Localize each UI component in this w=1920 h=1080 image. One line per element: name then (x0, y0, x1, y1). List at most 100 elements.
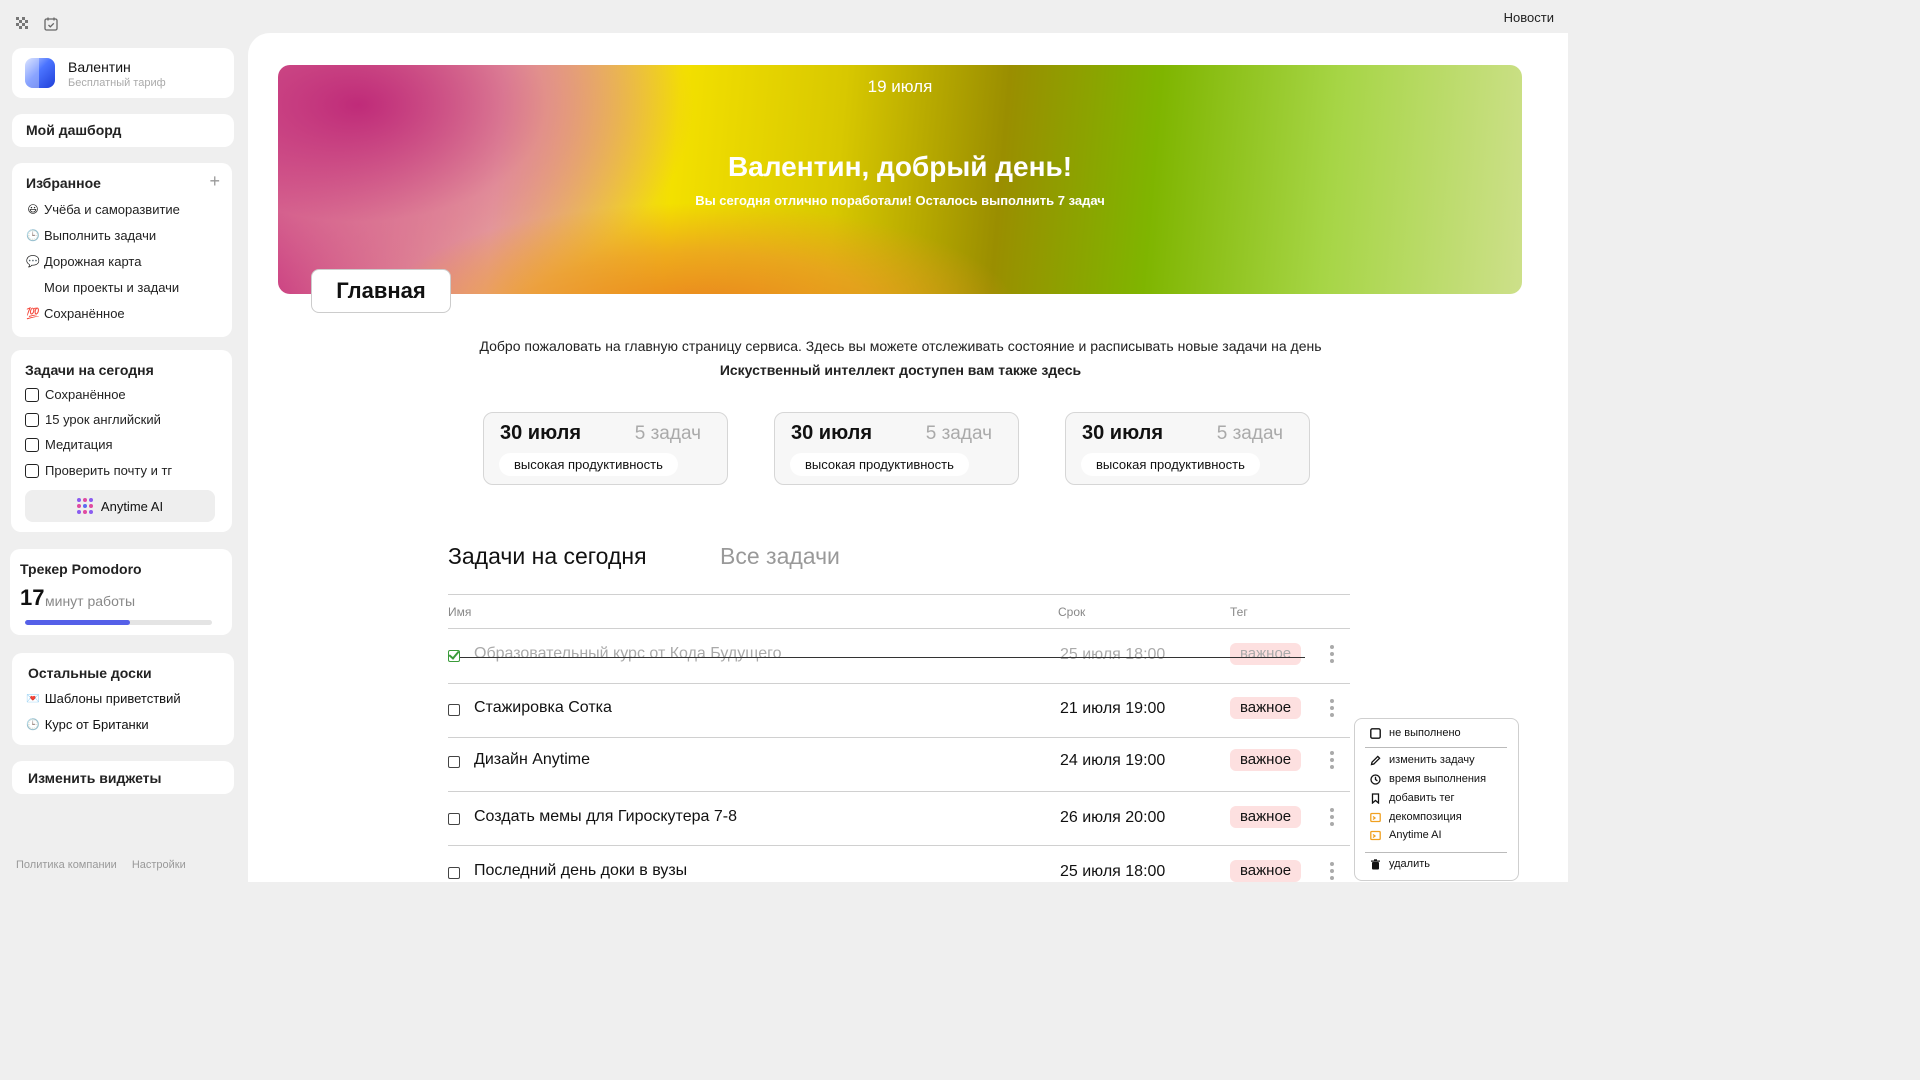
more-options-icon[interactable] (1330, 699, 1334, 717)
task-name: Образовательный курс от Кода Будущего (474, 645, 782, 662)
news-link[interactable]: Новости (1504, 10, 1554, 25)
task-checkbox-checked[interactable] (448, 650, 460, 662)
more-options-icon[interactable] (1330, 808, 1334, 826)
task-checkbox[interactable] (448, 756, 460, 768)
more-options-icon[interactable] (1330, 862, 1334, 880)
today-tasks-card: Задачи на сегодня Сохранённое 15 урок ан… (11, 350, 232, 532)
favorite-label: Дорожная карта (44, 254, 142, 269)
bookmark-icon (1369, 792, 1381, 804)
today-task-label: Медитация (45, 437, 113, 452)
task-name: Создать мемы для Гироскутера 7-8 (474, 808, 737, 825)
menu-label: не выполнено (1389, 727, 1461, 739)
footer-links: Политика компании Настройки (16, 859, 186, 871)
stat-date: 30 июля (500, 422, 582, 444)
task-checkbox[interactable] (25, 387, 39, 402)
favorite-item[interactable]: 💯 Сохранённое (26, 306, 125, 321)
hero-banner: 19 июля Валентин, добрый день! Вы сегодн… (278, 65, 1522, 294)
menu-divider (1365, 852, 1507, 853)
divider (448, 594, 1350, 595)
board-label: Шаблоны приветствий (44, 691, 181, 706)
task-checkbox[interactable] (448, 813, 460, 825)
menu-label: изменить задачу (1389, 754, 1475, 766)
board-item[interactable]: 🕒 Курс от Британки (26, 717, 149, 732)
tab-all-tasks[interactable]: Все задачи (720, 543, 840, 570)
task-name: Дизайн Anytime (474, 751, 591, 768)
settings-link[interactable]: Настройки (132, 859, 186, 871)
anytime-ai-button[interactable]: Anytime AI (25, 490, 215, 522)
menu-item-add-tag[interactable]: добавить тег (1369, 792, 1455, 804)
column-header-due: Срок (1058, 605, 1086, 619)
favorite-item[interactable]: 💬 Дорожная карта (26, 254, 141, 269)
other-boards-title: Остальные доски (28, 665, 152, 681)
checkbox-icon (1369, 727, 1381, 739)
favorite-item[interactable]: 🕒 Выполнить задачи (26, 228, 156, 243)
clock-icon (1369, 773, 1381, 785)
more-options-icon[interactable] (1330, 645, 1334, 663)
today-task-item: Проверить почту и тг (25, 463, 172, 478)
stat-card[interactable]: 30 июля 5 задач высокая продуктивность (774, 412, 1019, 485)
clock-icon: 🕒 (26, 230, 40, 242)
task-checkbox[interactable] (448, 704, 460, 716)
table-row[interactable]: Создать мемы для Гироскутера 7-8 26 июля… (448, 792, 1350, 846)
table-row[interactable]: Стажировка Сотка 21 июля 19:00 важное (448, 683, 1350, 737)
table-row[interactable]: Последний день доки в вузы 25 июля 18:00… (448, 846, 1350, 882)
dashboard-label: Мой дашборд (26, 122, 122, 138)
menu-divider (1365, 747, 1507, 748)
favorites-title: Избранное (26, 175, 101, 191)
task-checkbox[interactable] (448, 867, 460, 879)
table-row[interactable]: Дизайн Anytime 24 июля 19:00 важное (448, 735, 1350, 789)
stat-card[interactable]: 30 июля 5 задач высокая продуктивность (1065, 412, 1310, 485)
menu-label: Anytime AI (1389, 829, 1442, 841)
menu-item-not-done[interactable]: не выполнено (1369, 727, 1461, 739)
menu-item-time[interactable]: время выполнения (1369, 773, 1486, 785)
edit-widgets-button[interactable]: Изменить виджеты (12, 761, 234, 794)
today-task-label: Сохранённое (45, 387, 126, 402)
task-due: 25 июля 18:00 (1060, 863, 1166, 880)
smile-icon: 😃 (27, 204, 39, 216)
more-options-icon[interactable] (1330, 751, 1334, 769)
pomodoro-title: Трекер Pomodoro (20, 561, 142, 577)
profile-card[interactable]: Валентин Бесплатный тариф (12, 48, 234, 98)
task-due: 21 июля 19:00 (1060, 700, 1166, 717)
other-boards-card: Остальные доски 💌 Шаблоны приветствий 🕒 … (12, 653, 234, 745)
menu-item-delete[interactable]: удалить (1369, 858, 1430, 870)
menu-item-decompose[interactable]: декомпозиция (1369, 811, 1462, 823)
task-checkbox[interactable] (25, 463, 39, 478)
board-item[interactable]: 💌 Шаблоны приветствий (26, 691, 181, 706)
today-task-item: 15 урок английский (25, 412, 161, 427)
add-favorite-icon[interactable]: + (209, 171, 220, 192)
stat-card[interactable]: 30 июля 5 задач высокая продуктивность (483, 412, 728, 485)
task-checkbox[interactable] (25, 412, 39, 427)
pomodoro-card: Трекер Pomodoro 17 минут работы (10, 549, 232, 635)
pomodoro-minutes: 17 (20, 585, 45, 610)
pomodoro-unit: минут работы (45, 593, 136, 609)
ai-icon (1369, 829, 1381, 841)
menu-item-anytime-ai[interactable]: Anytime AI (1369, 829, 1442, 841)
strikethrough-line (460, 657, 1305, 658)
favorites-card: Избранное + 😃 Учёба и саморазвитие 🕒 Вып… (12, 163, 232, 337)
favorite-label: Сохранённое (44, 306, 125, 321)
pencil-icon (1369, 754, 1381, 766)
grid-icon[interactable] (16, 17, 32, 33)
anytime-ai-icon (76, 498, 93, 514)
policy-link[interactable]: Политика компании (16, 859, 117, 871)
decompose-icon (1369, 811, 1381, 823)
today-task-item: Медитация (25, 437, 113, 452)
profile-name: Валентин (68, 59, 131, 75)
dashboard-link[interactable]: Мой дашборд (12, 114, 234, 147)
favorite-label: Учёба и саморазвитие (44, 202, 180, 217)
edit-widgets-label: Изменить виджеты (28, 770, 162, 786)
calendar-icon[interactable] (44, 17, 60, 33)
task-checkbox[interactable] (25, 437, 39, 452)
anytime-ai-label: Anytime AI (100, 498, 164, 514)
menu-label: декомпозиция (1389, 811, 1462, 823)
task-name: Стажировка Сотка (474, 699, 612, 716)
table-row[interactable]: Образовательный курс от Кода Будущего 25… (448, 629, 1350, 683)
tag-badge: важное (1230, 749, 1302, 771)
column-header-tag: Тег (1230, 605, 1248, 619)
clock-icon: 🕒 (26, 719, 40, 731)
menu-item-edit[interactable]: изменить задачу (1369, 754, 1475, 766)
favorite-item[interactable]: 😃 Учёба и саморазвитие (26, 202, 180, 217)
favorite-item[interactable]: Мои проекты и задачи (26, 280, 179, 295)
tab-today-tasks[interactable]: Задачи на сегодня (448, 543, 647, 570)
